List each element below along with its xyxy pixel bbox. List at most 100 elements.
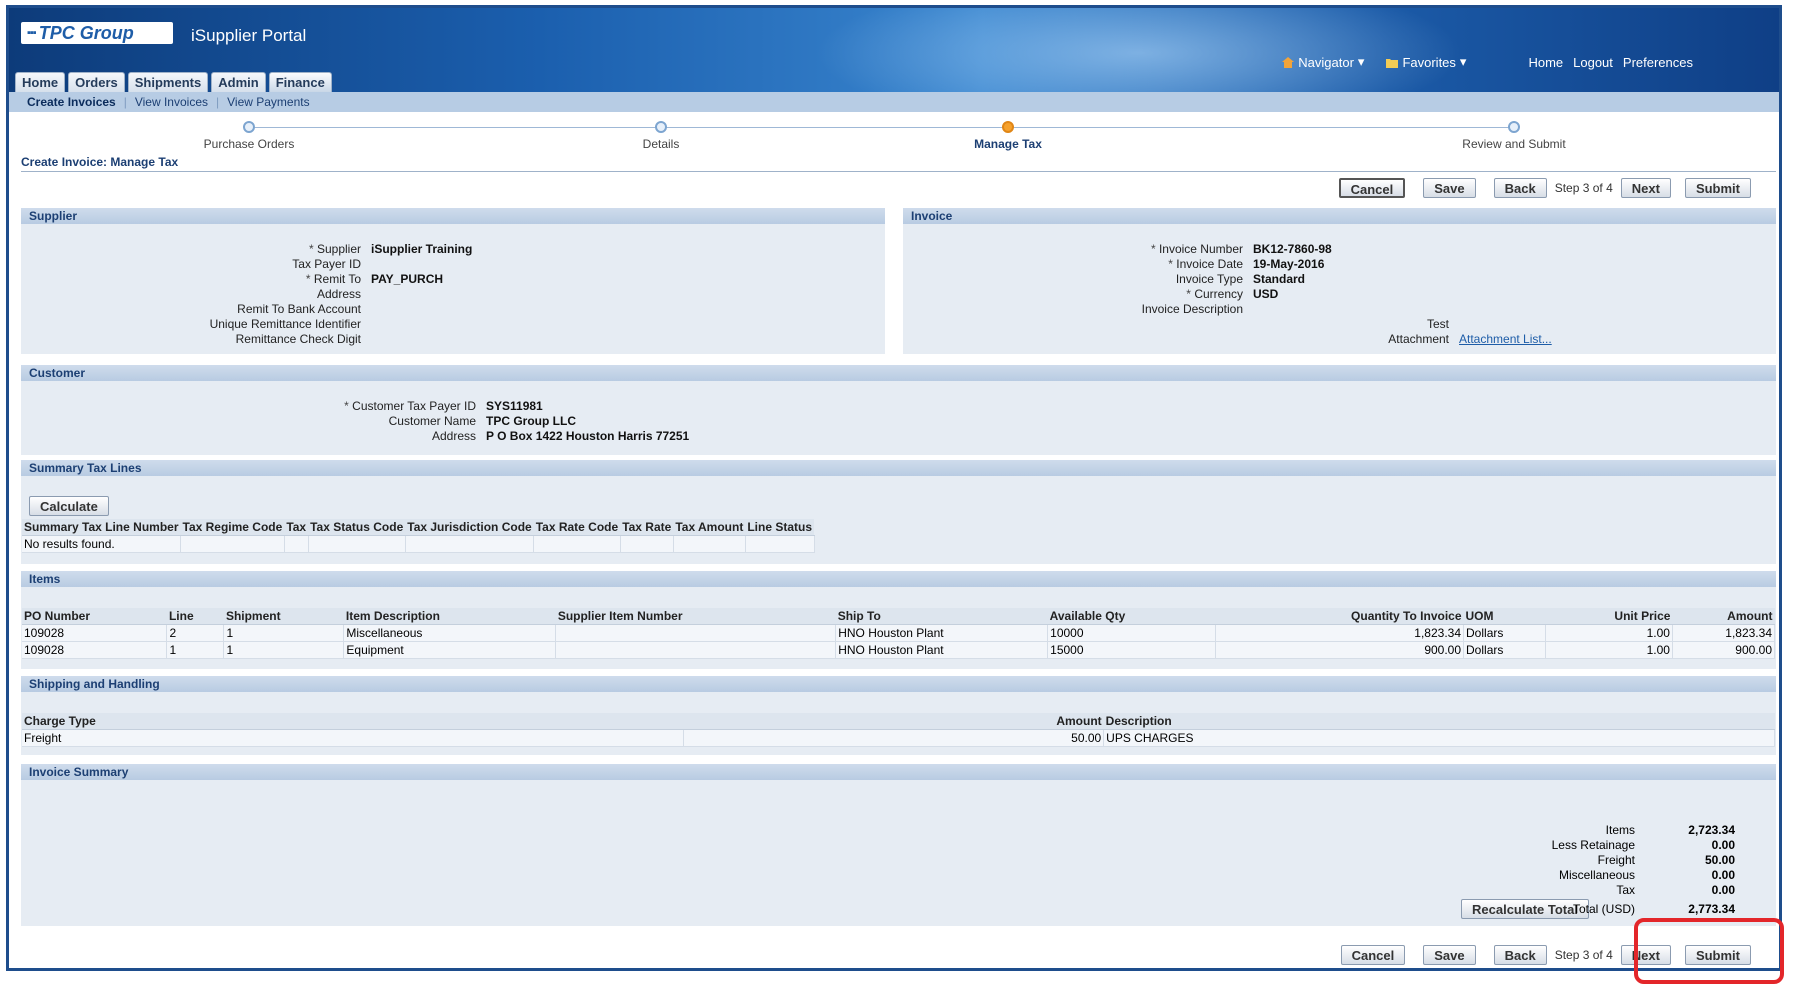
tab-finance[interactable]: Finance — [268, 72, 332, 92]
table-cell: 15000 — [1047, 641, 1217, 659]
field-label: Tax Payer ID — [292, 257, 361, 271]
supplier-field: * Supplier iSupplier Training — [21, 242, 472, 256]
train-step-manage-tax: Manage Tax — [908, 112, 1108, 151]
customer-name-field: Customer Name TPC Group LLC — [21, 414, 576, 428]
column-header: Summary Tax Line Number — [22, 519, 181, 536]
favorites-menu[interactable]: Favorites ▾ — [1386, 54, 1466, 70]
field-label: * Currency — [1186, 287, 1243, 301]
table-cell: 1.00 — [1545, 624, 1673, 642]
summary-row-freight: Freight 50.00 — [1435, 853, 1735, 867]
table-cell: 2 — [166, 624, 225, 642]
tab-orders[interactable]: Orders — [68, 72, 125, 92]
field-value: USD — [1253, 287, 1279, 301]
summary-value: 0.00 — [1711, 838, 1735, 852]
save-button[interactable]: Save — [1423, 178, 1476, 198]
table-cell: UPS CHARGES — [1103, 729, 1775, 747]
currency-field: * Currency USD — [903, 287, 1278, 301]
column-header: Item Description — [343, 608, 556, 625]
train-step-review-submit[interactable]: Review and Submit — [1414, 112, 1614, 151]
back-button[interactable]: Back — [1493, 945, 1547, 965]
summary-value: 2,723.34 — [1688, 823, 1735, 837]
items-section-header: Items — [21, 571, 1776, 587]
field-label: Remittance Check Digit — [235, 332, 361, 346]
field-label: * Customer Tax Payer ID — [344, 399, 476, 413]
preferences-link[interactable]: Preferences — [1623, 55, 1693, 70]
attachment-list-link[interactable]: Attachment List... — [1449, 332, 1552, 346]
summary-label: Miscellaneous — [1558, 868, 1635, 882]
app-title: iSupplier Portal — [191, 26, 307, 45]
step-label: Purchase Orders — [203, 137, 295, 151]
table-cell: HNO Houston Plant — [835, 624, 1049, 642]
company-logo: ▪▪▪ TPC Group — [21, 22, 173, 44]
tab-home[interactable]: Home — [15, 72, 66, 92]
table-cell — [620, 535, 674, 553]
table-cell: Equipment — [343, 641, 557, 659]
required-icon: * — [1150, 242, 1159, 256]
step-indicator: Step 3 of 4 — [1554, 948, 1613, 962]
table-header-row: PO Number Line Shipment Item Description… — [22, 608, 1775, 625]
invoice-description-value: Test — [1409, 317, 1449, 331]
table-cell: 1 — [166, 641, 225, 659]
house-icon — [1282, 56, 1295, 68]
tab-shipments[interactable]: Shipments — [127, 72, 209, 92]
table-cell — [284, 535, 309, 553]
field-label: * Invoice Date — [1168, 257, 1243, 271]
main-tabs: Home Orders Shipments Admin Finance — [15, 72, 332, 92]
back-button[interactable]: Back — [1493, 178, 1547, 198]
address-field: Address — [21, 287, 361, 301]
logout-link[interactable]: Logout — [1573, 55, 1613, 70]
table-cell — [533, 535, 621, 553]
field-label: Invoice Type — [1175, 272, 1243, 286]
table-row: 109028 1 1 Equipment HNO Houston Plant 1… — [22, 641, 1776, 659]
items-table: PO Number Line Shipment Item Description… — [22, 608, 1776, 659]
table-header-row: Summary Tax Line Number Tax Regime Code … — [22, 519, 815, 536]
train-step-details[interactable]: Details — [561, 112, 761, 151]
table-cell: 1 — [223, 641, 345, 659]
cancel-button[interactable]: Cancel — [1338, 178, 1406, 198]
column-header: Charge Type — [22, 713, 684, 730]
navigator-menu[interactable]: Navigator ▾ — [1282, 54, 1364, 70]
step-dot-icon — [1508, 121, 1520, 133]
column-header: Ship To — [835, 608, 1048, 625]
column-header: Supplier Item Number — [555, 608, 836, 625]
summary-row-tax: Tax 0.00 — [1435, 883, 1735, 897]
table-cell: 1 — [223, 624, 345, 642]
column-header: Line — [166, 608, 224, 625]
home-link[interactable]: Home — [1528, 55, 1563, 70]
invoice-section-header: Invoice — [903, 208, 1776, 224]
summary-row-less-retainage: Less Retainage 0.00 — [1435, 838, 1735, 852]
step-indicator: Step 3 of 4 — [1554, 181, 1613, 195]
calculate-button[interactable]: Calculate — [29, 496, 109, 516]
column-header: Tax Status Code — [308, 519, 406, 536]
subnav-create-invoices[interactable]: Create Invoices — [19, 95, 124, 109]
field-value: BK12-7860-98 — [1253, 242, 1332, 256]
cancel-button[interactable]: Cancel — [1340, 945, 1406, 965]
column-header: Description — [1103, 713, 1775, 730]
tab-admin[interactable]: Admin — [211, 72, 266, 92]
subnav-view-invoices[interactable]: View Invoices — [127, 95, 216, 109]
table-cell — [308, 535, 406, 553]
remit-bank-account-field: Remit To Bank Account — [21, 302, 361, 316]
customer-tax-payer-id-field: * Customer Tax Payer ID SYS11981 — [21, 399, 543, 413]
step-label: Details — [642, 137, 680, 151]
column-header: UOM — [1463, 608, 1546, 625]
column-header: Tax Jurisdiction Code — [405, 519, 534, 536]
customer-address-field: Address P O Box 1422 Houston Harris 7725… — [21, 429, 689, 443]
summary-row-miscellaneous: Miscellaneous 0.00 — [1435, 868, 1735, 882]
save-button[interactable]: Save — [1423, 945, 1476, 965]
tax-payer-id-field: Tax Payer ID — [21, 257, 371, 271]
subnav-view-payments[interactable]: View Payments — [219, 95, 317, 109]
required-icon: * — [305, 272, 314, 286]
column-header: Line Status — [745, 519, 815, 536]
logo-text: TPC Group — [38, 22, 134, 43]
top-button-bar: Cancel Save Back Step 3 of 4 Next Submit — [1338, 178, 1751, 198]
field-label: * Invoice Number — [1150, 242, 1243, 256]
table-cell — [405, 535, 535, 553]
sub-navigation: Create Invoices | View Invoices | View P… — [9, 92, 1779, 112]
required-icon: * — [344, 399, 353, 413]
column-header: Tax — [284, 519, 309, 536]
folder-icon — [1386, 58, 1399, 68]
submit-button[interactable]: Submit — [1684, 178, 1751, 198]
next-button[interactable]: Next — [1620, 178, 1671, 198]
train-step-purchase-orders[interactable]: Purchase Orders — [149, 112, 349, 151]
